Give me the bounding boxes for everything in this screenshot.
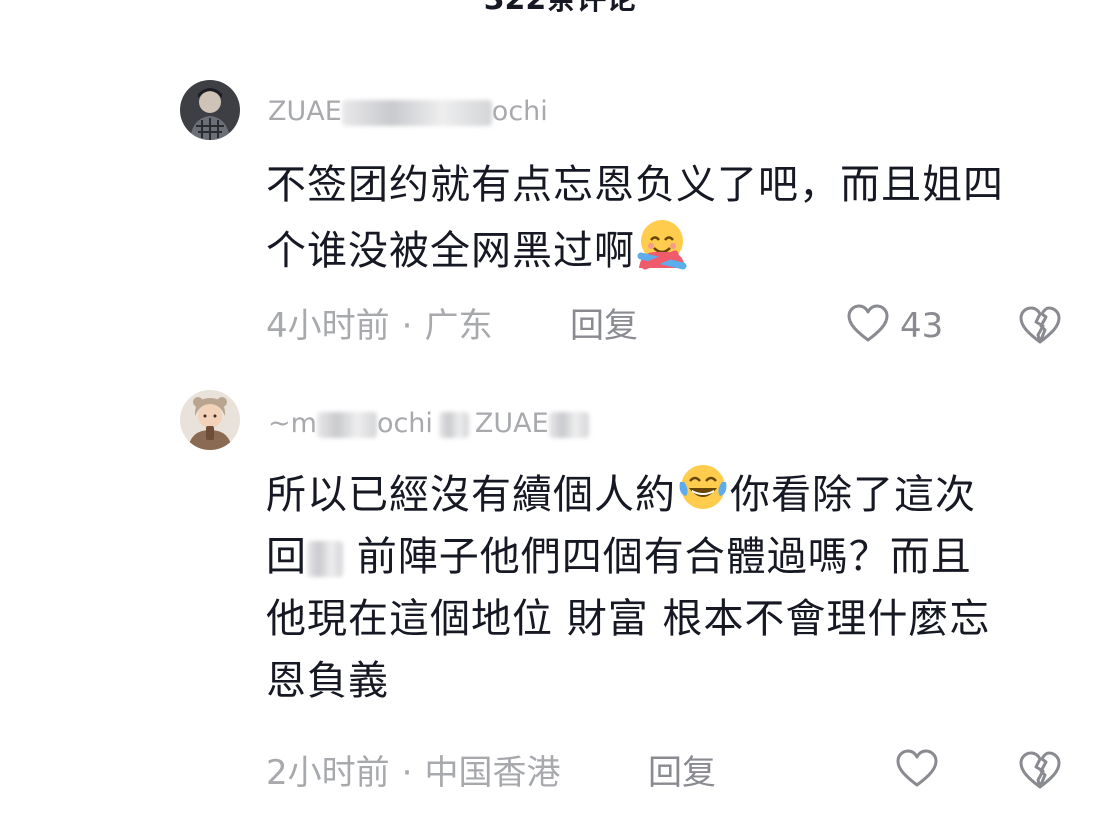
comment-time: 2小时前 [266, 753, 390, 793]
comment-location: 广东 [424, 306, 493, 346]
comment-meta: 4小时前 · 广东 [266, 306, 493, 346]
tears-of-joy-emoji-icon [676, 460, 730, 514]
broken-heart-icon [1016, 751, 1064, 799]
reply-button[interactable]: 回复 [570, 306, 638, 346]
broken-heart-icon [1016, 306, 1064, 354]
like-count: 43 [900, 306, 944, 346]
comment-meta: 2小时前 · 中国香港 [266, 753, 561, 793]
comment-time: 4小时前 [266, 306, 390, 346]
comments-count-title: 322条评论 [0, 0, 1120, 18]
reply-button[interactable]: 回复 [648, 753, 716, 793]
username[interactable]: ZUAE ochi [268, 96, 548, 128]
hugging-face-emoji-icon [635, 216, 689, 270]
heart-icon [844, 300, 892, 352]
dislike-button[interactable] [1016, 302, 1064, 350]
comment-location: 中国香港 [424, 753, 561, 793]
username[interactable]: ~m ochi ZUAE [268, 408, 589, 440]
heart-icon [893, 745, 941, 797]
like-button[interactable]: 43 [844, 302, 943, 350]
like-button[interactable] [893, 747, 949, 795]
comment-text: 所以已經沒有續個人約 你看除了這次 回 前陣子他們四個有合體過嗎？而且 他現在這… [266, 460, 1066, 712]
dislike-button[interactable] [1016, 747, 1064, 795]
comment-text: 不签团约就有点忘恩负义了吧，而且姐四 个谁没被全网黑过啊 [266, 162, 1004, 274]
avatar[interactable] [180, 80, 240, 140]
avatar[interactable] [180, 390, 240, 450]
